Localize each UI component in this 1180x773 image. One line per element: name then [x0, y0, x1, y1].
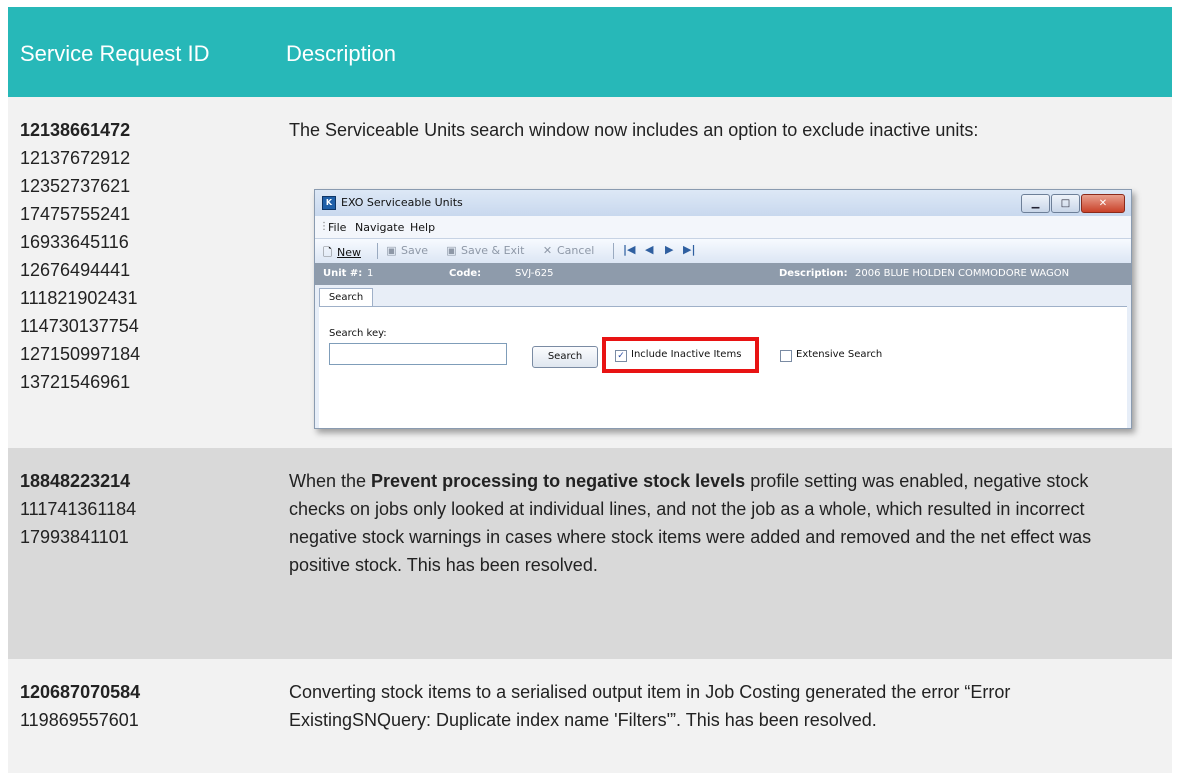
new-label: New	[337, 246, 361, 259]
table-row: 120687070584 119869557601 Converting sto…	[8, 659, 1172, 773]
description-value: 2006 BLUE HOLDEN COMMODORE WAGON	[855, 268, 1070, 279]
table-row: 12138661472 12137672912 12352737621 1747…	[8, 97, 1172, 448]
new-button[interactable]: 🗋 New	[321, 244, 361, 263]
description-text: When the	[289, 471, 372, 491]
primary-request-id: 18848223214	[20, 471, 131, 491]
include-inactive-checkbox[interactable]: ✓	[615, 350, 627, 362]
cancel-label: Cancel	[557, 244, 595, 257]
cancel-icon: ✕	[542, 244, 553, 257]
window-titlebar: K EXO Serviceable Units ▁ □ ✕	[315, 190, 1131, 216]
include-inactive-label: Include Inactive Items	[631, 349, 742, 360]
service-request-ids: 120687070584 119869557601	[20, 678, 140, 734]
minimize-button[interactable]: ▁	[1021, 194, 1050, 213]
tab-search[interactable]: Search	[319, 288, 373, 308]
menu-navigate[interactable]: Navigate	[355, 221, 404, 234]
close-icon: ✕	[1098, 198, 1108, 209]
request-id: 114730137754	[20, 316, 139, 336]
search-key-input[interactable]	[329, 343, 507, 365]
window-title: EXO Serviceable Units	[341, 196, 463, 209]
extensive-search-label: Extensive Search	[796, 349, 883, 360]
new-document-icon: 🗋	[323, 246, 332, 259]
request-id: 119869557601	[20, 710, 139, 730]
unit-value: 1	[367, 268, 374, 279]
request-id: 17475755241	[20, 204, 131, 224]
row-description: The Serviceable Units search window now …	[289, 120, 979, 140]
app-icon: K	[322, 196, 336, 210]
extensive-search-checkbox[interactable]	[780, 350, 792, 362]
search-key-label: Search key:	[329, 328, 387, 339]
request-id: 17993841101	[20, 527, 129, 547]
service-request-ids: 18848223214 111741361184 17993841101	[20, 467, 136, 551]
table-row: 18848223214 111741361184 17993841101 Whe…	[8, 448, 1172, 659]
save-exit-label: Save & Exit	[461, 244, 525, 257]
last-record-icon[interactable]: ▶|	[683, 243, 695, 256]
request-id: 111821902431	[20, 288, 138, 308]
first-record-icon[interactable]: |◀	[623, 243, 635, 256]
request-id: 12676494441	[20, 260, 131, 280]
close-button[interactable]: ✕	[1081, 194, 1125, 213]
menu-help[interactable]: Help	[410, 221, 435, 234]
request-id: 13721546961	[20, 372, 131, 392]
search-button[interactable]: Search	[532, 346, 598, 368]
request-id: 111741361184	[20, 499, 137, 519]
request-id: 12352737621	[20, 176, 131, 196]
primary-request-id: 12138661472	[20, 120, 131, 140]
tab-strip: Search	[315, 285, 1131, 308]
record-info-bar: Unit #: 1 Code: SVJ-625 Description: 200…	[315, 263, 1131, 285]
header-service-request-id: Service Request ID	[20, 41, 210, 66]
menu-bar: ⋮ File Navigate Help	[315, 216, 1131, 238]
unit-label: Unit #:	[323, 268, 363, 279]
save-button[interactable]: ▣ Save	[385, 244, 428, 257]
save-exit-button[interactable]: ▣ Save & Exit	[445, 244, 524, 257]
save-icon: ▣	[386, 244, 397, 257]
save-label: Save	[401, 244, 429, 257]
menu-file[interactable]: File	[328, 221, 346, 234]
release-notes-page: Service Request ID Description 121386614…	[0, 0, 1180, 773]
code-label: Code:	[449, 268, 482, 279]
next-record-icon[interactable]: ▶	[665, 243, 673, 256]
table-header: Service Request ID Description	[8, 7, 1172, 97]
toolbar-separator	[613, 243, 614, 259]
header-description: Description	[286, 41, 397, 66]
minimize-icon: ▁	[1031, 198, 1040, 209]
request-id: 16933645116	[20, 232, 129, 252]
service-request-ids: 12138661472 12137672912 12352737621 1747…	[20, 116, 140, 396]
code-value: SVJ-625	[515, 268, 554, 279]
cancel-button[interactable]: ✕ Cancel	[541, 244, 594, 257]
description-label: Description:	[779, 268, 848, 279]
row-description: When the Prevent processing to negative …	[289, 467, 1149, 579]
maximize-icon: □	[1060, 198, 1071, 209]
toolbar-separator	[377, 243, 378, 259]
toolbar: 🗋 New ▣ Save ▣ Save & Exit ✕ Cancel |◀ ◀ ▶ ▶…	[315, 238, 1131, 264]
profile-setting-name: Prevent processing to negative stock lev…	[371, 471, 746, 491]
previous-record-icon[interactable]: ◀	[645, 243, 653, 256]
save-exit-icon: ▣	[446, 244, 457, 257]
request-id: 12137672912	[20, 148, 131, 168]
request-id: 127150997184	[20, 344, 141, 364]
row-description: Converting stock items to a serialised o…	[289, 682, 1011, 730]
primary-request-id: 120687070584	[20, 682, 141, 702]
serviceable-units-window-screenshot: K EXO Serviceable Units ▁ □ ✕ ⋮ File Nav…	[314, 189, 1132, 429]
maximize-button[interactable]: □	[1051, 194, 1080, 213]
